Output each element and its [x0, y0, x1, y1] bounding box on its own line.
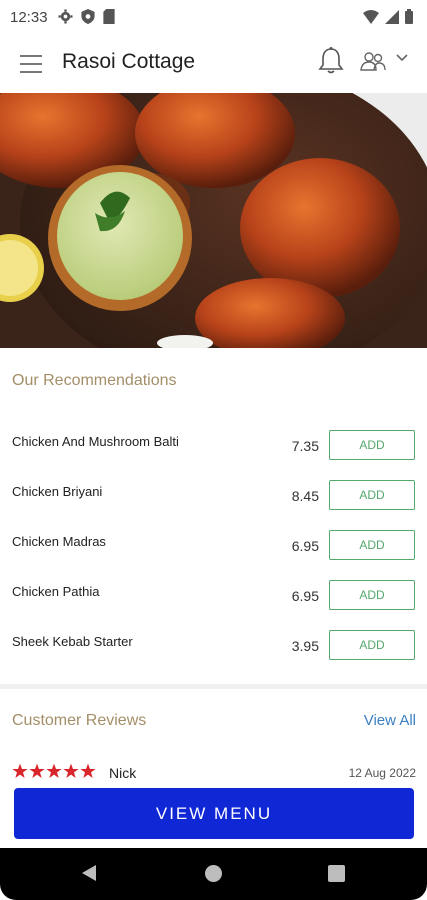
home-circle-icon[interactable] [205, 865, 222, 882]
status-time: 12:33 [10, 9, 48, 26]
reviews-title: Customer Reviews [12, 712, 147, 729]
item-name: Sheek Kebab Starter [12, 634, 133, 649]
status-left-icons [58, 9, 115, 24]
item-price: 6.95 [291, 538, 319, 554]
star-icon [29, 763, 45, 778]
chevron-down-icon[interactable] [396, 54, 408, 62]
settings-gear-icon [58, 9, 73, 24]
reviewer-name: Nick [109, 765, 137, 781]
back-triangle-icon[interactable] [80, 864, 98, 882]
star-icon [63, 763, 79, 778]
item-name: Chicken And Mushroom Balti [12, 434, 179, 449]
add-button[interactable]: ADD [329, 530, 415, 560]
shield-icon [81, 9, 95, 24]
view-menu-button[interactable]: VIEW MENU [14, 788, 414, 839]
review-rating [12, 763, 96, 779]
notification-bell-icon[interactable] [318, 46, 344, 74]
item-price: 6.95 [291, 588, 319, 604]
item-name: Chicken Madras [12, 534, 106, 549]
signal-icon [385, 9, 399, 24]
view-all-link[interactable]: View All [364, 712, 416, 729]
hamburger-menu-icon[interactable] [20, 55, 42, 73]
wifi-icon [363, 9, 379, 24]
app-bar: Rasoi Cottage [0, 36, 427, 92]
item-name: Chicken Briyani [12, 484, 103, 499]
add-button[interactable]: ADD [329, 430, 415, 460]
status-right-icons [363, 9, 413, 24]
system-navigation-bar [0, 848, 427, 900]
item-price: 8.45 [291, 488, 319, 504]
section-divider [0, 684, 427, 689]
add-button[interactable]: ADD [329, 630, 415, 660]
account-icon[interactable] [360, 50, 386, 72]
recommendation-item: Chicken Briyani 8.45 ADD [0, 480, 427, 520]
recommendation-item: Sheek Kebab Starter 3.95 ADD [0, 630, 427, 670]
add-button[interactable]: ADD [329, 580, 415, 610]
sim-card-icon [103, 9, 115, 24]
recommendation-item: Chicken Pathia 6.95 ADD [0, 580, 427, 620]
star-icon [80, 763, 96, 778]
item-price: 7.35 [291, 438, 319, 454]
app-title: Rasoi Cottage [62, 50, 196, 73]
star-icon [12, 763, 28, 778]
item-name: Chicken Pathia [12, 584, 100, 599]
tandoori-chicken-illustration [0, 93, 427, 348]
recommendation-item: Chicken And Mushroom Balti 7.35 ADD [0, 430, 427, 470]
recommendation-item: Chicken Madras 6.95 ADD [0, 530, 427, 570]
recommendations-title: Our Recommendations [12, 372, 177, 389]
hero-food-image [0, 93, 427, 348]
battery-icon [405, 9, 413, 24]
star-icon [46, 763, 62, 778]
item-price: 3.95 [291, 638, 319, 654]
recents-square-icon[interactable] [328, 865, 345, 882]
add-button[interactable]: ADD [329, 480, 415, 510]
review-date: 12 Aug 2022 [348, 766, 416, 780]
status-bar: 12:33 [0, 0, 427, 36]
